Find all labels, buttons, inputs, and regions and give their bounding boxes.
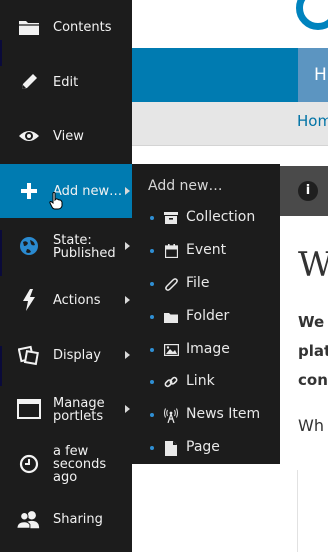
- bullet-icon: [150, 249, 154, 253]
- toolbar-item-label: Manage portlets: [53, 396, 105, 424]
- submenu-item-label: Link: [186, 373, 215, 389]
- toolbar-item-view[interactable]: View: [0, 109, 132, 163]
- toolbar-item-state[interactable]: State: Published: [0, 219, 132, 273]
- display-icon: [17, 343, 41, 367]
- intro-text-line: con: [298, 371, 328, 389]
- submenu-item-label: Image: [186, 341, 230, 357]
- bullet-icon: [150, 348, 154, 352]
- broadcast-icon: [163, 407, 179, 423]
- users-icon: [17, 507, 41, 531]
- info-icon[interactable]: i: [298, 181, 318, 201]
- submenu-item-link[interactable]: Link: [132, 366, 280, 398]
- body-text-line: Wh: [298, 416, 324, 435]
- left-edge-mark: [0, 40, 2, 66]
- eye-icon: [17, 124, 41, 148]
- paperclip-icon: [163, 276, 179, 292]
- lightning-icon: [17, 288, 41, 312]
- link-icon: [163, 374, 179, 390]
- toolbar-item-sharing[interactable]: Sharing: [0, 492, 132, 546]
- submenu-item-collection[interactable]: Collection: [132, 202, 280, 234]
- toolbar-item-label: Actions: [53, 293, 101, 308]
- submenu-item-event[interactable]: Event: [132, 235, 280, 267]
- toolbar-item-history[interactable]: a few seconds ago: [0, 437, 132, 491]
- bullet-icon: [150, 413, 154, 417]
- chevron-right-icon: [125, 351, 130, 359]
- bullet-icon: [150, 216, 154, 220]
- site-logo[interactable]: [296, 0, 328, 30]
- edit-toolbar: Contents Edit View Add new… State: Publi…: [0, 0, 132, 552]
- chevron-right-icon: [125, 187, 130, 195]
- window-icon: [17, 397, 41, 421]
- page-title: W: [298, 245, 328, 285]
- submenu-item-label: File: [186, 275, 210, 291]
- toolbar-item-label: Display: [53, 348, 101, 363]
- submenu-item-label: Folder: [186, 308, 230, 324]
- bullet-icon: [150, 380, 154, 384]
- breadcrumb-home-link[interactable]: Hom: [297, 112, 328, 130]
- left-edge-mark: [0, 230, 2, 276]
- content-divider: [297, 470, 298, 552]
- intro-text-line: plat: [298, 342, 328, 360]
- submenu-item-label: Event: [186, 242, 227, 258]
- bullet-icon: [150, 282, 154, 286]
- toolbar-item-label: Sharing: [53, 512, 103, 527]
- image-icon: [163, 342, 179, 358]
- submenu-item-label: Collection: [186, 209, 256, 225]
- submenu-item-file[interactable]: File: [132, 268, 280, 300]
- submenu-item-label: News Item: [186, 406, 261, 422]
- chevron-right-icon: [125, 405, 130, 413]
- toolbar-item-edit[interactable]: Edit: [0, 55, 132, 109]
- collection-icon: [163, 210, 179, 226]
- toolbar-item-add-new[interactable]: Add new…: [0, 164, 132, 218]
- hand-cursor-icon: [49, 192, 63, 210]
- bullet-icon: [150, 315, 154, 319]
- globe-icon: [17, 234, 41, 258]
- intro-text-line: We: [298, 313, 325, 331]
- folder-icon: [163, 309, 179, 325]
- chevron-right-icon: [125, 242, 130, 250]
- toolbar-item-label: Add new…: [53, 184, 123, 199]
- clock-icon: [17, 452, 41, 476]
- toolbar-item-label: State: Published: [53, 233, 116, 261]
- chevron-right-icon: [125, 296, 130, 304]
- toolbar-item-manage-portlets[interactable]: Manage portlets: [0, 382, 132, 436]
- submenu-item-label: Page: [186, 439, 220, 455]
- submenu-item-page[interactable]: Page: [132, 432, 280, 464]
- toolbar-item-label: Contents: [53, 20, 112, 35]
- toolbar-item-label: a few seconds ago: [53, 444, 107, 485]
- submenu-item-news-item[interactable]: News Item: [132, 399, 280, 431]
- pencil-icon: [17, 70, 41, 94]
- folder-icon: [17, 15, 41, 39]
- submenu-item-folder[interactable]: Folder: [132, 301, 280, 333]
- add-new-submenu: Add new… Collection Event File Folder Im…: [132, 164, 280, 464]
- toolbar-item-label: Edit: [53, 75, 79, 90]
- toolbar-item-display[interactable]: Display: [0, 328, 132, 382]
- bullet-icon: [150, 446, 154, 450]
- submenu-title: Add new…: [148, 178, 223, 194]
- site-nav-home-tab[interactable]: H: [298, 48, 328, 102]
- submenu-item-image[interactable]: Image: [132, 334, 280, 366]
- calendar-icon: [163, 243, 179, 259]
- plus-icon: [17, 179, 41, 203]
- toolbar-item-label: View: [53, 129, 84, 144]
- page-icon: [163, 440, 179, 456]
- left-edge-mark: [0, 346, 2, 386]
- toolbar-item-actions[interactable]: Actions: [0, 273, 132, 327]
- toolbar-item-contents[interactable]: Contents: [0, 0, 132, 54]
